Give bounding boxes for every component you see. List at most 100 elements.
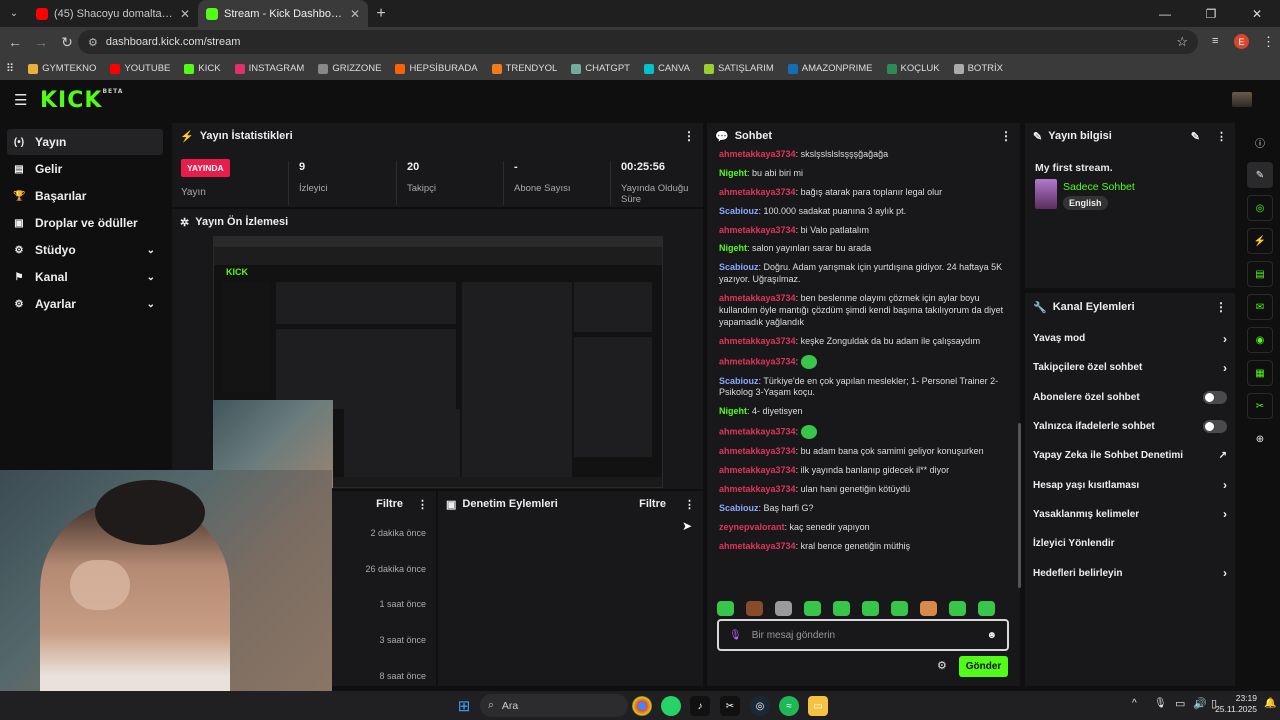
bookmark-item[interactable]: GRIZZONE — [318, 63, 381, 74]
chat-input[interactable]: 🎙 Bir mesaj gönderin ☻ — [717, 619, 1009, 651]
close-tab-icon[interactable]: ✕ — [180, 7, 190, 21]
bookmark-item[interactable]: KOÇLUK — [886, 63, 940, 74]
sidebar-item-5[interactable]: ⚙ Stüdyo ⌄ — [7, 237, 163, 263]
chat-username[interactable]: ahmetakkaya3734 — [719, 541, 796, 551]
chat-message-list[interactable]: ahmetakkaya3734: skslşslslslsşşşğağağa Ni… — [719, 149, 1017, 589]
emote-icon[interactable] — [833, 601, 850, 616]
sidebar-item-7[interactable]: ⚙ Ayarlar ⌄ — [7, 291, 163, 317]
file-explorer-icon[interactable]: ▭ — [808, 696, 828, 716]
reload-icon[interactable]: ↻ — [54, 34, 80, 51]
channel-action-item[interactable]: Abonelere özel sohbet — [1025, 383, 1235, 412]
emoji-icon[interactable]: ☻ — [986, 630, 997, 641]
chat-settings-icon[interactable]: ⚙ — [937, 659, 947, 672]
channel-action-item[interactable]: İzleyici Yönlendir — [1025, 529, 1235, 558]
edit-icon[interactable]: ✎ — [1191, 130, 1200, 143]
sidebar-item-6[interactable]: ⚑ Kanal ⌄ — [7, 264, 163, 290]
emote-icon[interactable] — [862, 601, 879, 616]
chat-username[interactable]: ahmetakkaya3734 — [719, 293, 796, 303]
chat-username[interactable]: ahmetakkaya3734 — [719, 484, 796, 494]
browser-tab-youtube[interactable]: (45) Shacoyu domaltan pick du ✕ — [28, 0, 198, 27]
emote-icon[interactable] — [949, 601, 966, 616]
media-icon[interactable]: ≡ — [1212, 35, 1218, 47]
toggle-switch[interactable] — [1203, 420, 1227, 434]
url-field[interactable]: ⚙ dashboard.kick.com/stream ☆ — [78, 30, 1198, 54]
channel-action-item[interactable]: Yapay Zeka ile Sohbet Denetimi ↗ — [1025, 441, 1235, 470]
clip-icon[interactable]: ◎ — [1247, 195, 1273, 221]
chat-username[interactable]: Scabiouz — [719, 262, 759, 272]
bookmark-item[interactable]: KICK — [184, 63, 221, 74]
capcut-icon[interactable]: ✂ — [720, 696, 740, 716]
chat-username[interactable]: ahmetakkaya3734 — [719, 149, 796, 159]
chat-username[interactable]: ahmetakkaya3734 — [719, 187, 796, 197]
bookmark-item[interactable]: INSTAGRAM — [234, 63, 304, 74]
more-options-icon[interactable]: ⋮ — [1216, 130, 1227, 143]
more-options-icon[interactable]: ⋮ — [1215, 300, 1227, 314]
edit-icon[interactable]: ✎ — [1247, 162, 1273, 188]
bookmark-item[interactable]: CANVA — [643, 63, 690, 74]
apps-icon[interactable]: ⠿ — [6, 62, 14, 75]
layout-icon[interactable]: ▦ — [1247, 360, 1273, 386]
bookmark-item[interactable]: CHATGPT — [571, 63, 630, 74]
more-options-icon[interactable]: ⋮ — [1000, 129, 1012, 143]
spotify-icon[interactable]: ≈ — [779, 696, 799, 716]
chat-bubble-icon[interactable]: ✉ — [1247, 294, 1273, 320]
send-button[interactable]: Gönder — [959, 656, 1008, 677]
steam-icon[interactable]: ◎ — [750, 696, 770, 716]
minimize-icon[interactable]: — — [1142, 0, 1188, 27]
bookmark-item[interactable]: TRENDYOL — [491, 63, 557, 74]
clock[interactable]: 23:19 25.11.2025 — [1209, 693, 1257, 715]
more-options-icon[interactable]: ⋮ — [684, 498, 695, 511]
emote-icon[interactable] — [920, 601, 937, 616]
chat-username[interactable]: Scabiouz — [719, 206, 759, 216]
sidebar-item-2[interactable]: ▤ Gelir — [7, 156, 163, 182]
forward-icon[interactable]: → — [28, 34, 54, 50]
filter-button[interactable]: Filtre — [639, 498, 666, 510]
bookmark-star-icon[interactable]: ☆ — [1176, 34, 1188, 50]
info-icon[interactable]: ⓘ — [1247, 129, 1273, 155]
channel-action-item[interactable]: Yavaş mod › — [1025, 324, 1235, 353]
chat-username[interactable]: Scabiouz — [719, 503, 759, 513]
back-icon[interactable]: ← — [2, 34, 28, 50]
category-link[interactable]: Sadece Sohbet — [1063, 181, 1135, 193]
sidebar-item-4[interactable]: ▣ Droplar ve ödüller — [7, 210, 163, 236]
more-options-icon[interactable]: ⋮ — [417, 498, 428, 511]
bookmark-item[interactable]: GYMTEKNO — [28, 63, 96, 74]
notification-icon[interactable]: 🔔 — [1264, 698, 1276, 709]
emote-icon[interactable] — [978, 601, 995, 616]
microphone-icon[interactable]: 🎙 — [1154, 698, 1167, 709]
emote-icon[interactable] — [717, 601, 734, 616]
tab-search-icon[interactable]: ⌄ — [0, 0, 28, 27]
channel-action-item[interactable]: Hedefleri belirleyin › — [1025, 558, 1235, 587]
chat-username[interactable]: Nigeht — [719, 168, 747, 178]
lightning-icon[interactable]: ⚡ — [1247, 228, 1273, 254]
channel-action-item[interactable]: Yalnızca ifadelerle sohbet — [1025, 412, 1235, 441]
maximize-icon[interactable]: ❐ — [1188, 0, 1234, 27]
tiktok-icon[interactable]: ♪ — [690, 696, 710, 716]
network-icon[interactable]: ▭ — [1175, 697, 1185, 710]
browser-tab-kick[interactable]: Stream - Kick Dashboard ✕ — [198, 0, 368, 27]
emote-icon[interactable] — [746, 601, 763, 616]
chat-scrollbar[interactable] — [1018, 423, 1021, 588]
filter-button[interactable]: Filtre — [376, 498, 403, 510]
bookmark-item[interactable]: HEPSİBURADA — [395, 63, 478, 74]
bookmark-item[interactable]: AMAZONPRIME — [787, 63, 873, 74]
sidebar-item-3[interactable]: 🏆 Başarılar — [7, 183, 163, 209]
bookmark-item[interactable]: SATIŞLARIM — [704, 63, 774, 74]
user-avatar[interactable] — [1232, 92, 1252, 107]
site-info-icon[interactable]: ⚙ — [88, 36, 98, 49]
emote-icon[interactable] — [891, 601, 908, 616]
kick-logo[interactable]: KICKBETA — [40, 88, 123, 113]
chat-username[interactable]: ahmetakkaya3734 — [719, 336, 796, 346]
close-window-icon[interactable]: ✕ — [1234, 0, 1280, 27]
sidebar-item-1[interactable]: (•) Yayın — [7, 129, 163, 155]
chat-username[interactable]: ahmetakkaya3734 — [719, 427, 796, 437]
channel-action-item[interactable]: Takipçilere özel sohbet › — [1025, 353, 1235, 382]
chat-username[interactable]: ahmetakkaya3734 — [719, 465, 796, 475]
chat-username[interactable]: zeynepvalorant — [719, 522, 785, 532]
tools-icon[interactable]: ✂ — [1247, 393, 1273, 419]
hamburger-menu-icon[interactable]: ☰ — [14, 91, 27, 109]
clipboard-icon[interactable]: ▤ — [1247, 261, 1273, 287]
emote-icon[interactable] — [775, 601, 792, 616]
chat-username[interactable]: ahmetakkaya3734 — [719, 225, 796, 235]
chat-username[interactable]: Scabiouz — [719, 376, 759, 386]
